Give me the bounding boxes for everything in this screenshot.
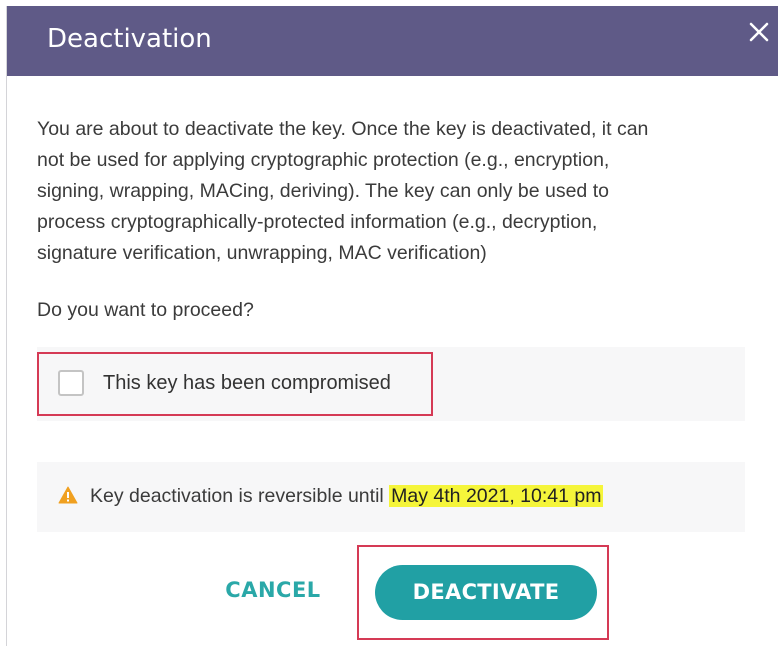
- warning-text: Key deactivation is reversible until: [90, 485, 384, 507]
- compromised-checkbox-label[interactable]: This key has been compromised: [103, 370, 391, 396]
- close-icon[interactable]: [745, 18, 773, 46]
- message-line: not be used for applying cryptographic p…: [37, 149, 610, 171]
- warning-triangle-icon: [58, 486, 78, 504]
- dialog-title: Deactivation: [47, 24, 212, 54]
- dialog-header: Deactivation: [7, 6, 778, 76]
- compromised-checkbox[interactable]: [58, 370, 84, 396]
- message-line: signature verification, unwrapping, MAC …: [37, 242, 487, 264]
- deactivate-button[interactable]: DEACTIVATE: [375, 565, 597, 620]
- message-line: signing, wrapping, MACing, deriving). Th…: [37, 180, 609, 202]
- cancel-button[interactable]: CANCEL: [208, 570, 338, 610]
- message-line: process cryptographically-protected info…: [37, 211, 598, 233]
- message-line: You are about to deactivate the key. Onc…: [37, 118, 649, 140]
- reversible-until-date: May 4th 2021, 10:41 pm: [389, 485, 604, 507]
- warning-message: Key deactivation is reversible until May…: [90, 483, 604, 509]
- proceed-question: Do you want to proceed?: [37, 299, 254, 321]
- dialog-message: You are about to deactivate the key. Onc…: [37, 114, 737, 269]
